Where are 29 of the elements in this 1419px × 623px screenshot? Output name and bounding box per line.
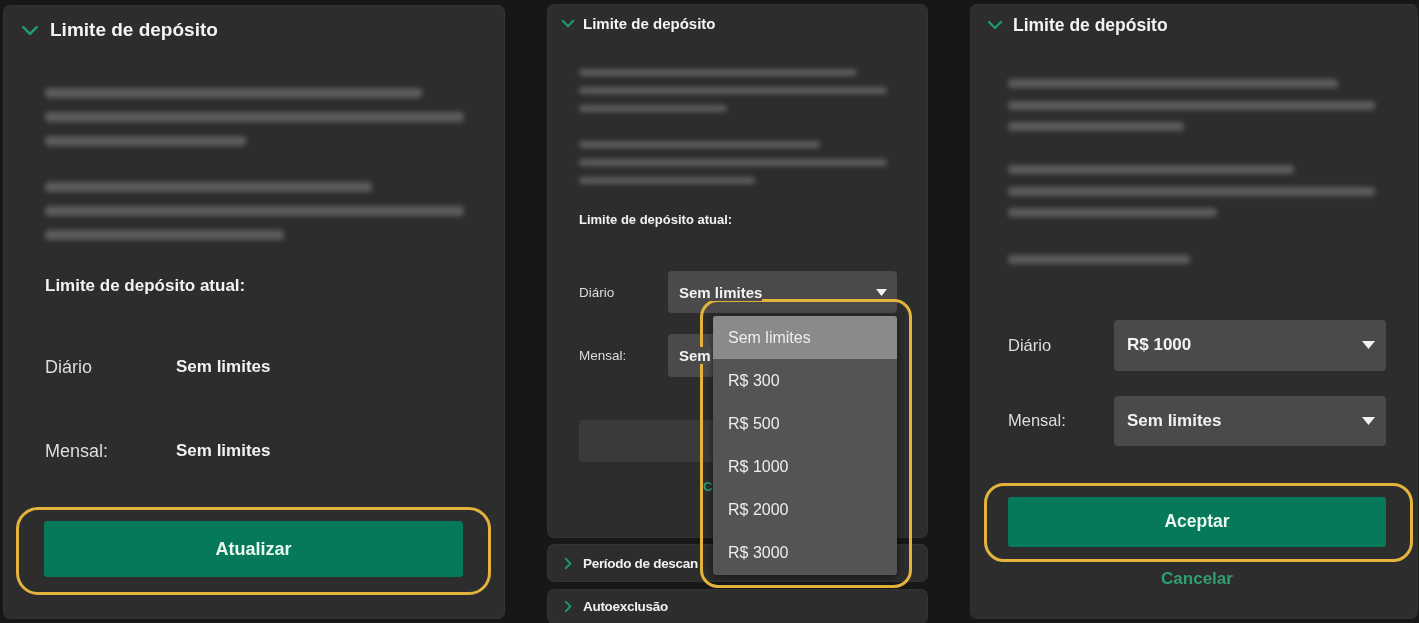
limit-label: Mensal: — [1008, 411, 1067, 430]
dropdown-select[interactable]: Sem limites — [668, 271, 897, 313]
limit-label: Diário — [1008, 335, 1053, 355]
current-limit-heading: Limite de depósito atual: — [579, 211, 733, 229]
dropdown-option[interactable]: R$ 300 — [713, 359, 897, 403]
limit-value: Sem limites — [176, 441, 271, 461]
dropdown-select[interactable]: Sem limites — [1114, 395, 1386, 446]
section-header[interactable]: Limite de depósito — [987, 14, 1168, 36]
caret-down-icon — [1362, 416, 1375, 425]
cancel-link[interactable]: Cancelar — [1161, 568, 1233, 588]
dropdown-option[interactable]: R$ 2000 — [713, 488, 897, 532]
limit-label: Diário — [45, 356, 93, 378]
dropdown-select[interactable]: R$ 1000 — [1114, 319, 1386, 371]
section-header[interactable]: Limite de depósito — [561, 13, 716, 33]
dropdown-option[interactable]: R$ 1000 — [713, 445, 897, 489]
section-header[interactable]: Autoexclusão — [548, 590, 927, 623]
limit-value: Sem limites — [176, 357, 271, 377]
caret-down-icon — [1362, 341, 1375, 349]
dropdown-option[interactable]: R$ 500 — [713, 402, 897, 446]
caret-down-icon — [876, 288, 887, 296]
dropdown-option[interactable]: R$ 3000 — [713, 531, 897, 575]
current-limit-heading: Limite de depósito atual: — [45, 275, 246, 297]
limit-label: Diário — [579, 284, 616, 300]
submit-button[interactable]: Atualizar — [44, 521, 463, 577]
cancel-link[interactable]: C — [703, 479, 713, 494]
limit-label: Mensal: — [45, 440, 110, 462]
section-header[interactable]: Limite de depósito — [21, 18, 218, 42]
submit-button[interactable]: Aceptar — [1008, 496, 1386, 547]
limit-label: Mensal: — [579, 348, 628, 363]
